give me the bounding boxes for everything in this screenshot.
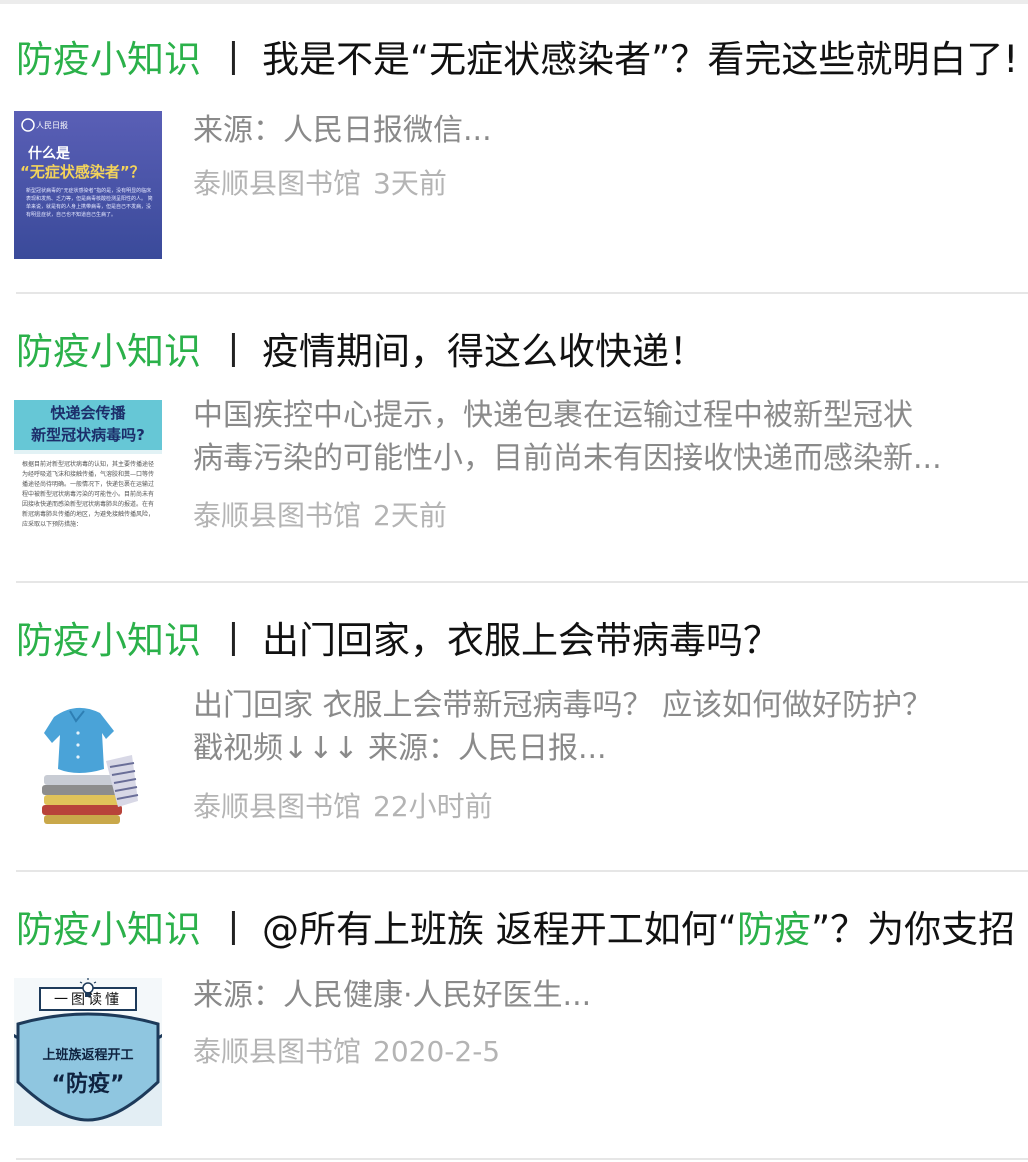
thumb-body: 新型冠状病毒的“无症状感染者”指的是，没有明显的临床表现和发热、乏力等，但是病毒…: [26, 188, 153, 218]
clothes-pile-icon: [14, 691, 162, 839]
article-summary: 来源：人民健康·人民好医生...: [193, 974, 1013, 1017]
title-separator: 丨: [215, 38, 252, 81]
article-thumbnail[interactable]: 快递会传播 新型冠状病毒吗? 根据目前对新型冠状病毒的认知，其主要传播途径为经呼…: [14, 400, 162, 548]
article-author: 泰顺县图书馆: [193, 1035, 362, 1068]
article-summary: 出门回家 衣服上会带新冠病毒吗？ 应该如何做好防护？ 戳视频↓↓↓ 来源：人民日…: [193, 684, 1013, 770]
divider: [16, 581, 1028, 583]
article-time: 2天前: [373, 499, 447, 532]
article-title[interactable]: 防疫小知识丨我是不是“无症状感染者”？看完这些就明白了!: [16, 36, 1016, 84]
article-title-text: 出门回家，衣服上会带病毒吗？: [262, 619, 780, 662]
article-tag: 防疫小知识: [16, 38, 201, 81]
thumb-line2: “防疫”: [51, 1072, 125, 1097]
divider: [16, 292, 1028, 294]
article-meta: 泰顺县图书馆 22小时前: [193, 787, 493, 827]
article-thumbnail[interactable]: 人民日报 什么是 “无症状感染者”？ 新型冠状病毒的“无症状感染者”指的是，没有…: [14, 111, 162, 259]
article-meta: 泰顺县图书馆 2天前: [193, 496, 447, 536]
article-meta: 泰顺县图书馆 3天前: [193, 164, 447, 204]
article-time: 3天前: [373, 167, 447, 200]
article-summary: 来源：人民日报微信...: [193, 109, 1013, 152]
thumb-h2: 新型冠状病毒吗?: [31, 426, 145, 444]
title-separator: 丨: [215, 619, 252, 662]
article-title-text: 我是不是“无症状感染者”？看完这些就明白了!: [262, 38, 1016, 81]
article-title-pre: @所有上班族 返程开工如何“: [262, 908, 737, 951]
article-title[interactable]: 防疫小知识丨出门回家，衣服上会带病毒吗？: [16, 617, 1016, 665]
article-tag: 防疫小知识: [16, 908, 201, 951]
thumb-h1: 快递会传播: [50, 404, 126, 422]
article-item[interactable]: 防疫小知识丨 @所有上班族 返程开工如何“防疫”？为你支招 一图读懂 上班族返程开…: [0, 906, 1028, 1162]
article-meta: 泰顺县图书馆 2020-2-5: [193, 1032, 500, 1072]
summary-line: 中国疾控中心提示，快递包裹在运输过程中被新型冠状: [193, 398, 913, 433]
article-thumbnail[interactable]: [14, 691, 162, 839]
article-title-highlight: 防疫: [736, 908, 811, 951]
article-title[interactable]: 防疫小知识丨疫情期间，得这么收快递！: [16, 328, 1016, 376]
title-separator: 丨: [215, 908, 252, 951]
article-author: 泰顺县图书馆: [193, 499, 362, 532]
thumb-line1: 上班族返程开工: [42, 1048, 134, 1063]
article-title-post: ”？为你支招: [810, 908, 1016, 951]
article-time: 2020-2-5: [373, 1035, 501, 1068]
thumb-q1: 什么是: [28, 146, 70, 162]
summary-line: 病毒污染的可能性小，目前尚未有因接收快递而感染新...: [193, 441, 942, 476]
article-item[interactable]: 防疫小知识丨出门回家，衣服上会带病毒吗？ 出门回家 衣服上会带新冠病毒吗？ 应该…: [0, 617, 1028, 877]
divider: [16, 870, 1028, 872]
article-thumbnail[interactable]: 一图读懂 上班族返程开工 “防疫”: [14, 978, 162, 1126]
thumb-banner: 一图读懂: [54, 992, 122, 1008]
top-edge: [0, 0, 1028, 4]
divider: [16, 1158, 1028, 1160]
article-summary: 中国疾控中心提示，快递包裹在运输过程中被新型冠状 病毒污染的可能性小，目前尚未有…: [193, 394, 1013, 480]
article-time: 22小时前: [373, 790, 493, 823]
summary-line: 来源：人民日报微信...: [193, 113, 492, 148]
summary-line: 出门回家 衣服上会带新冠病毒吗？ 应该如何做好防护？: [193, 688, 933, 723]
article-title[interactable]: 防疫小知识丨 @所有上班族 返程开工如何“防疫”？为你支招: [16, 906, 1016, 954]
thumb-body: 根据目前对新型冠状病毒的认知，其主要传播途径为经呼吸道飞沫和接触传播，气溶胶和粪…: [22, 461, 155, 528]
summary-line: 来源：人民健康·人民好医生...: [193, 978, 592, 1013]
title-separator: 丨: [215, 330, 252, 373]
article-item[interactable]: 防疫小知识丨我是不是“无症状感染者”？看完这些就明白了! 人民日报 什么是 “无…: [0, 36, 1028, 296]
summary-line: 戳视频↓↓↓ 来源：人民日报...: [193, 731, 607, 766]
thumb-logo: 人民日报: [36, 121, 68, 130]
article-author: 泰顺县图书馆: [193, 790, 362, 823]
article-author: 泰顺县图书馆: [193, 167, 362, 200]
thumb-q2: “无症状感染者”？: [20, 163, 145, 181]
article-title-text: 疫情期间，得这么收快递！: [262, 330, 706, 373]
article-tag: 防疫小知识: [16, 330, 201, 373]
article-item[interactable]: 防疫小知识丨疫情期间，得这么收快递！ 快递会传播 新型冠状病毒吗? 根据目前对新…: [0, 328, 1028, 588]
article-tag: 防疫小知识: [16, 619, 201, 662]
